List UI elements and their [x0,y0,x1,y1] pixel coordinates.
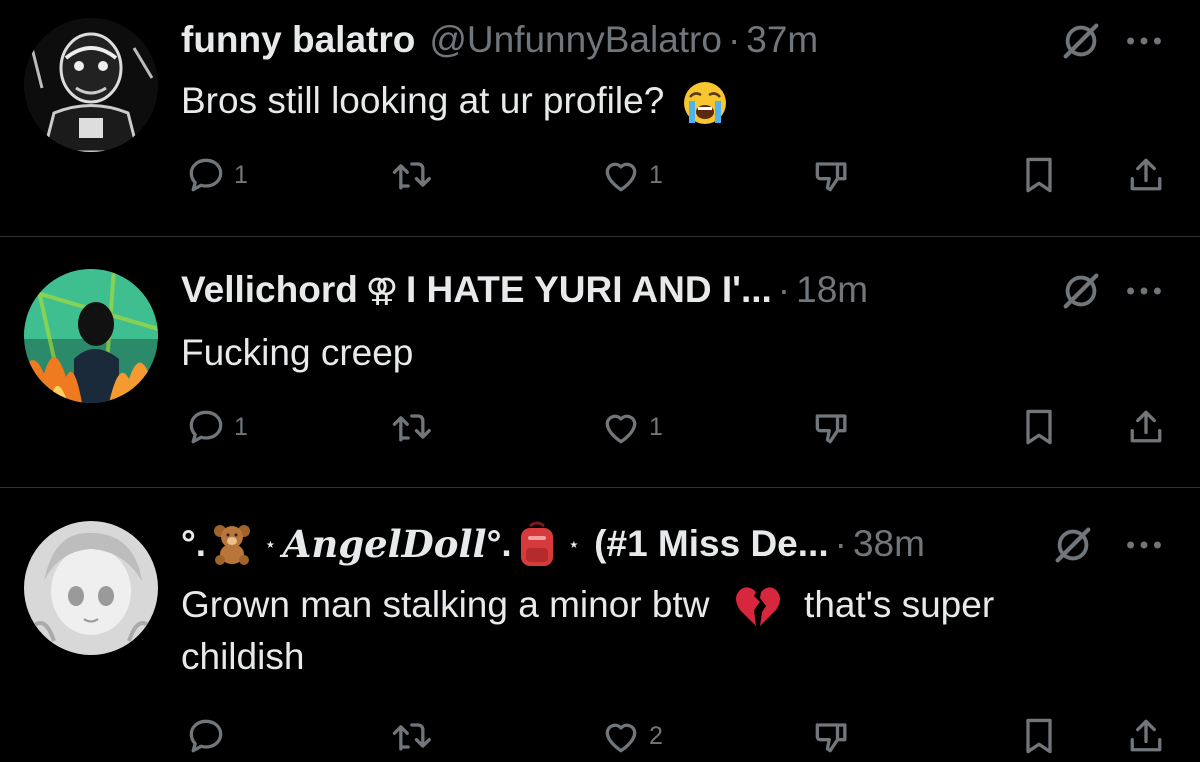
name-star: ⋆ [264,533,277,556]
reply-button[interactable]: 1 [184,402,248,452]
separator: · [834,523,847,564]
display-name[interactable]: Vellichord [181,269,358,311]
dislike-button[interactable] [810,150,854,200]
bookmark-button[interactable] [1017,711,1061,761]
retweet-button[interactable] [388,150,432,200]
tweet-text-content: Fucking creep [181,332,414,373]
separator: · [727,19,741,60]
tweet-header: °. ⋆ AngelDoll °. ⋆ (#1 Miss De... · 38m [181,519,925,569]
bookmark-button[interactable] [1017,150,1061,200]
retweet-icon [388,714,432,758]
display-name[interactable]: AngelDoll [283,522,487,566]
like-icon [599,153,643,197]
reply-button[interactable]: 1 [184,150,248,200]
like-count: 1 [649,160,663,189]
tweet-text-part1: Grown man stalking a minor btw [181,584,710,625]
display-name[interactable]: funny balatro [181,19,415,61]
more-dots-icon[interactable] [1121,522,1167,568]
dislike-button[interactable] [810,711,854,761]
bookmark-button[interactable] [1017,402,1061,452]
retweet-icon [388,153,432,197]
grok-slash-icon[interactable] [1058,268,1104,314]
like-icon [599,714,643,758]
like-button[interactable]: 2 [599,711,663,761]
like-count: 1 [649,412,663,441]
share-icon [1124,714,1168,758]
display-name-rest[interactable]: I HATE YURI AND I'... [406,269,772,311]
like-icon [599,405,643,449]
tweet-1[interactable]: funny balatro @UnfunnyBalatro · 37m Bros… [0,0,1200,236]
backpack-icon [520,521,553,566]
more-dots-icon[interactable] [1121,268,1167,314]
retweet-button[interactable] [388,402,432,452]
like-button[interactable]: 1 [599,150,663,200]
timestamp[interactable]: 18m [796,269,868,311]
retweet-icon [388,405,432,449]
reply-count: 1 [234,412,248,441]
like-count: 2 [649,721,663,750]
tweet-actions: 1 1 [0,150,1200,200]
broken-heart-icon [735,587,780,627]
like-button[interactable]: 1 [599,402,663,452]
share-icon [1124,405,1168,449]
dislike-icon [810,153,854,197]
share-button[interactable] [1124,711,1168,761]
name-suffix[interactable]: °. [487,523,512,565]
tweet-text-part2: that's super [804,584,995,625]
sketch-portrait-avatar[interactable] [24,18,158,152]
name-symbol: ⚢ [365,272,398,308]
tweet-header: funny balatro @UnfunnyBalatro · 37m [181,15,818,65]
grok-slash-icon[interactable] [1058,18,1104,64]
tweet-text: Fucking creep [181,327,1171,379]
tweet-2[interactable]: Vellichord ⚢ I HATE YURI AND I'... · 18m… [0,237,1200,487]
name-prefix[interactable]: °. [181,523,206,565]
display-name-rest[interactable]: (#1 Miss De... [594,523,828,565]
loudly-crying-face-icon [683,82,726,125]
tweet-actions: 1 1 [0,402,1200,452]
bookmark-icon [1017,405,1061,449]
anime-girl-avatar[interactable] [24,521,158,655]
timestamp[interactable]: 37m [746,19,818,61]
tweet-text: Bros still looking at ur profile? [181,75,1171,127]
separator: · [777,269,791,310]
dislike-icon [810,405,854,449]
tweet-text: Grown man stalking a minor btw that's su… [181,579,1171,683]
dislike-icon [810,714,854,758]
reply-icon [184,405,228,449]
dislike-button[interactable] [810,402,854,452]
tweet-text-content: Bros still looking at ur profile? [181,80,665,121]
tweet-text-line2: childish [181,636,305,677]
bookmark-icon [1017,153,1061,197]
reply-count: 1 [234,160,248,189]
timestamp[interactable]: 38m [853,523,925,565]
anime-fire-avatar[interactable] [24,269,158,403]
tweet-3[interactable]: °. ⋆ AngelDoll °. ⋆ (#1 Miss De... · 38m… [0,488,1200,762]
bookmark-icon [1017,714,1061,758]
reply-icon [184,153,228,197]
handle[interactable]: @UnfunnyBalatro [429,19,722,61]
retweet-button[interactable] [388,711,432,761]
more-dots-icon[interactable] [1121,18,1167,64]
share-button[interactable] [1124,402,1168,452]
tweet-actions: 2 [0,711,1200,761]
share-icon [1124,153,1168,197]
teddy-bear-icon [214,525,251,565]
tweet-header: Vellichord ⚢ I HATE YURI AND I'... · 18m [181,265,868,315]
grok-slash-icon[interactable] [1050,522,1096,568]
reply-button[interactable] [184,711,228,761]
name-star-2: ⋆ [567,533,581,556]
share-button[interactable] [1124,150,1168,200]
reply-icon [184,714,228,758]
